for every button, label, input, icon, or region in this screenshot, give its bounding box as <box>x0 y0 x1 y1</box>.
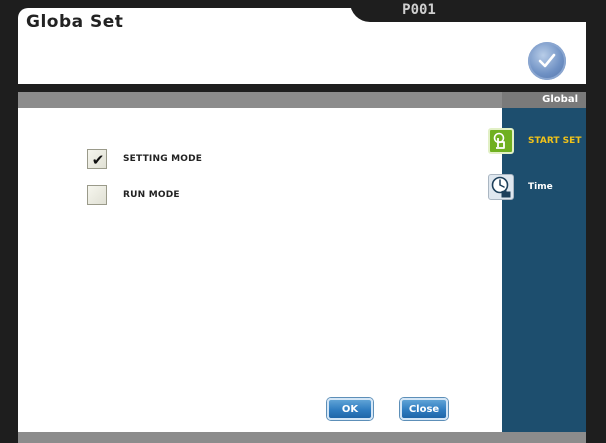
setting-mode-checkbox[interactable]: ✔ <box>87 149 107 169</box>
option-label: RUN MODE <box>123 190 180 200</box>
sidebar-panel <box>502 108 586 432</box>
checkmark-icon <box>88 186 108 206</box>
header-right-notch <box>482 0 586 22</box>
sidebar-item-time[interactable]: Time <box>488 172 598 202</box>
run-mode-checkbox[interactable] <box>87 185 107 205</box>
close-button[interactable]: Close <box>400 398 448 420</box>
page-code-label: P001 <box>402 2 436 18</box>
touch-hand-icon <box>488 128 514 154</box>
sidebar-item-start-set[interactable]: START SET <box>488 126 598 156</box>
bottom-bar <box>18 432 586 443</box>
window-title: Globa Set <box>26 12 124 32</box>
clock-hand-icon <box>488 174 514 200</box>
option-run-mode[interactable]: RUN MODE <box>87 184 180 206</box>
ok-button[interactable]: OK <box>327 398 373 420</box>
check-circle-icon[interactable] <box>528 42 566 80</box>
option-setting-mode[interactable]: ✔ SETTING MODE <box>87 148 202 170</box>
section-divider-bar <box>18 92 586 108</box>
sidebar-item-label: START SET <box>528 136 582 146</box>
option-label: SETTING MODE <box>123 154 203 164</box>
sidebar-heading: Global <box>502 92 586 108</box>
sidebar-item-label: Time <box>528 182 553 192</box>
checkmark-icon: ✔ <box>91 151 105 169</box>
